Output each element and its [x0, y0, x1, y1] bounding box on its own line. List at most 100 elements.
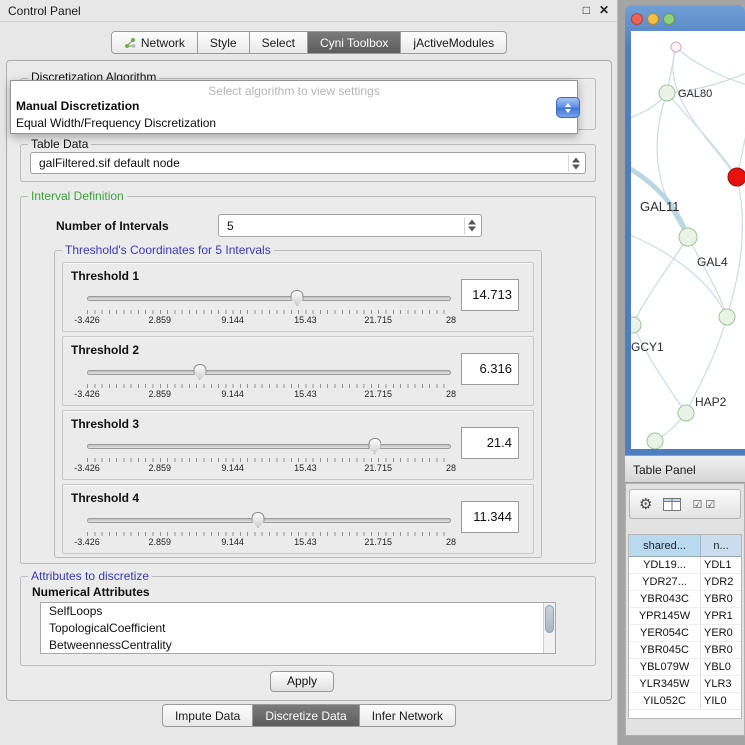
columns-icon[interactable]	[663, 498, 681, 511]
network-node[interactable]	[671, 42, 681, 52]
network-node[interactable]	[647, 433, 663, 449]
interval-definition-title: Interval Definition	[28, 189, 127, 203]
slider-thumb-icon[interactable]	[368, 438, 381, 454]
network-edge[interactable]	[673, 47, 737, 177]
tab-select[interactable]: Select	[250, 31, 308, 54]
zoom-icon[interactable]	[663, 13, 675, 25]
threshold-panel: Threshold 2-3.4262.8599.14415.4321.71528…	[62, 336, 534, 406]
slider-thumb-icon[interactable]	[291, 290, 304, 306]
table-row[interactable]: YDL19...YDL1	[629, 557, 741, 574]
table-column-header[interactable]: shared...	[629, 535, 701, 556]
network-edge[interactable]	[727, 177, 742, 317]
algorithm-option-equal-width-frequency-discretization[interactable]: Equal Width/Frequency Discretization	[11, 115, 577, 132]
scrollbar-thumb[interactable]	[545, 605, 554, 633]
network-edge[interactable]	[676, 47, 745, 86]
network-node[interactable]	[631, 317, 641, 333]
slider-track[interactable]	[87, 518, 451, 523]
tab-impute-data[interactable]: Impute Data	[162, 704, 253, 727]
network-node[interactable]	[659, 85, 675, 101]
slider-thumb-icon[interactable]	[252, 512, 265, 528]
tab-infer-network[interactable]: Infer Network	[360, 704, 456, 727]
control-panel: Control Panel □ ✕ Network StyleSelectCyni…	[0, 0, 618, 745]
table-row[interactable]: YBR043CYBR0	[629, 591, 741, 608]
network-node[interactable]	[728, 168, 745, 186]
slider-track[interactable]	[87, 296, 451, 301]
list-item-betweennesscentrality[interactable]: BetweennessCentrality	[41, 637, 555, 654]
network-edge[interactable]	[633, 325, 686, 413]
node-label: GAL80	[678, 88, 712, 100]
stepper-icon[interactable]	[568, 155, 582, 172]
table-cell: YBR0	[701, 591, 741, 607]
stepper-icon[interactable]	[464, 217, 478, 234]
table-column-header[interactable]: n...	[701, 535, 741, 556]
table-row[interactable]: YDR27...YDR2	[629, 574, 741, 591]
threshold-slider[interactable]	[87, 437, 451, 457]
table-row[interactable]: YER054CYER0	[629, 625, 741, 642]
network-node[interactable]	[719, 309, 735, 325]
list-item-selfloops[interactable]: SelfLoops	[41, 603, 555, 620]
apply-button[interactable]: Apply	[270, 671, 334, 692]
tab-style[interactable]: Style	[198, 31, 250, 54]
table-row[interactable]: YPR145WYPR1	[629, 608, 741, 625]
network-edge[interactable]	[737, 111, 745, 177]
threshold-value-field[interactable]: 21.4	[461, 427, 519, 459]
tick-label: -3.426	[74, 315, 100, 325]
close-icon[interactable]	[631, 13, 643, 25]
table-cell: YIL052C	[629, 693, 701, 709]
list-item-topologicalcoefficient[interactable]: TopologicalCoefficient	[41, 620, 555, 637]
tab-label: Network	[141, 36, 185, 50]
threshold-slider[interactable]	[87, 511, 451, 531]
restore-icon[interactable]: □	[583, 3, 590, 17]
threshold-slider[interactable]	[87, 289, 451, 309]
tick-label: 2.859	[149, 537, 172, 547]
tick-label: 2.859	[149, 315, 172, 325]
table-cell: YPR1	[701, 608, 741, 624]
minimize-icon[interactable]	[647, 13, 659, 25]
numerical-attributes-list: SelfLoopsTopologicalCoefficientBetweenne…	[40, 602, 556, 654]
threshold-slider[interactable]	[87, 363, 451, 383]
tab-cyni-toolbox[interactable]: Cyni Toolbox	[308, 31, 401, 54]
threshold-label: Threshold 3	[71, 417, 139, 431]
tab-network[interactable]: Network	[111, 31, 198, 54]
checkbox-icon[interactable]: ☑	[692, 498, 702, 511]
network-node[interactable]	[679, 228, 697, 246]
tick-label: 21.715	[364, 463, 392, 473]
algorithm-dropdown-placeholder: Select algorithm to view settings	[11, 81, 577, 98]
tab-jactivemodules[interactable]: jActiveModules	[401, 31, 507, 54]
network-edge[interactable]	[631, 231, 727, 317]
table-cell: YLR345W	[629, 676, 701, 692]
table-row[interactable]: YLR345WYLR3	[629, 676, 741, 693]
close-icon[interactable]: ✕	[599, 3, 609, 17]
number-of-intervals-combobox[interactable]: 5	[218, 214, 482, 237]
table-cell: YBL0	[701, 659, 741, 675]
slider-ticks	[87, 458, 451, 462]
scrollbar[interactable]	[543, 603, 555, 653]
table-row[interactable]: YIL052CYIL0	[629, 693, 741, 710]
network-canvas[interactable]: GAL80GAL11GAL4GCY1HAP2	[631, 31, 745, 449]
gear-icon[interactable]: ⚙	[639, 497, 652, 512]
slider-thumb-icon[interactable]	[193, 364, 206, 380]
tab-discretize-data[interactable]: Discretize Data	[253, 704, 359, 727]
checkbox-icon[interactable]: ☑	[705, 498, 715, 511]
threshold-value-field[interactable]: 6.316	[461, 353, 519, 385]
network-node[interactable]	[678, 405, 694, 421]
threshold-value-field[interactable]: 14.713	[461, 279, 519, 311]
network-edge[interactable]	[657, 93, 688, 237]
bottom-tab-bar: Impute DataDiscretize Data Infer Network	[162, 704, 456, 727]
page-title: Control Panel	[8, 4, 81, 18]
table-data-group-title: Table Data	[28, 137, 91, 151]
tab-label: Infer Network	[372, 709, 443, 723]
table-cell: YER0	[701, 625, 741, 641]
slider-track[interactable]	[87, 444, 451, 449]
table-row[interactable]: YBR045CYBR0	[629, 642, 741, 659]
table-row[interactable]: YBL079WYBL0	[629, 659, 741, 676]
tick-label: 9.144	[221, 315, 244, 325]
table-data-combobox[interactable]: galFiltered.sif default node	[30, 152, 586, 174]
table-cell: YBR0	[701, 642, 741, 658]
threshold-value-field[interactable]: 11.344	[461, 501, 519, 533]
algorithm-option-manual-discretization[interactable]: Manual Discretization	[11, 98, 577, 115]
table-cell: YER054C	[629, 625, 701, 641]
combobox-arrows-icon[interactable]	[556, 97, 580, 118]
node-label: HAP2	[695, 395, 727, 409]
slider-track[interactable]	[87, 370, 451, 375]
